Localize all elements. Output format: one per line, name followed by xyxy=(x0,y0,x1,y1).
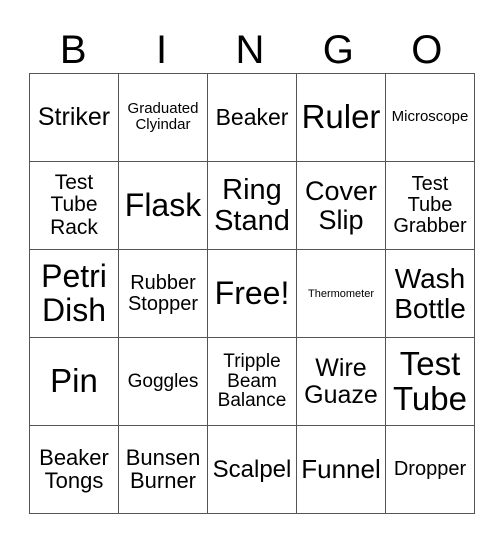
bingo-cell-n5[interactable]: Scalpel xyxy=(207,425,297,514)
bingo-cell-label: Test Tube xyxy=(393,344,467,417)
header-letter-i: I xyxy=(156,28,168,72)
bingo-cell-b1[interactable]: Striker xyxy=(29,73,119,162)
bingo-cell-o5[interactable]: Dropper xyxy=(385,425,475,514)
bingo-cell-i2[interactable]: Flask xyxy=(118,161,208,250)
board-row-4: Pin Goggles Tripple Beam Balance Wire Guaze… xyxy=(29,337,475,426)
bingo-cell-label: Beaker xyxy=(215,104,289,131)
bingo-cell-label: Beaker Tongs xyxy=(39,445,109,494)
header-letter-g: G xyxy=(322,28,354,72)
board-row-5: Beaker Tongs Bunsen Burner Scalpel Funnel Dr… xyxy=(29,425,475,514)
bingo-cell-i4[interactable]: Goggles xyxy=(118,337,208,426)
header-letter-o: O xyxy=(411,28,443,72)
bingo-cell-g1[interactable]: Ruler xyxy=(296,73,386,162)
bingo-cell-label: Tripple Beam Balance xyxy=(217,350,287,412)
board-row-3: Petri Dish Rubber Stopper Free! Thermometer… xyxy=(29,249,475,338)
bingo-cell-label: Striker xyxy=(37,103,111,132)
bingo-cell-b2[interactable]: Test Tube Rack xyxy=(29,161,119,250)
bingo-cell-label: Test Tube Grabber xyxy=(393,173,467,237)
bingo-cell-label: Petri Dish xyxy=(41,257,107,328)
bingo-cell-g5[interactable]: Funnel xyxy=(296,425,386,514)
header-letter-n: N xyxy=(235,28,265,72)
bingo-cell-n3[interactable]: Free! xyxy=(207,249,297,338)
bingo-cell-label: Microscope xyxy=(391,108,469,126)
bingo-cell-b4[interactable]: Pin xyxy=(29,337,119,426)
bingo-cell-o1[interactable]: Microscope xyxy=(385,73,475,162)
bingo-cell-label: Rubber Stopper xyxy=(127,271,199,315)
bingo-cell-g4[interactable]: Wire Guaze xyxy=(296,337,386,426)
bingo-cell-label: Scalpel xyxy=(212,455,292,483)
bingo-cell-label: Cover Slip xyxy=(304,176,378,235)
bingo-cell-label: Pin xyxy=(50,362,98,400)
bingo-cell-i5[interactable]: Bunsen Burner xyxy=(118,425,208,514)
bingo-cell-n2[interactable]: Ring Stand xyxy=(207,161,297,250)
bingo-cell-label: Wire Guaze xyxy=(304,354,378,409)
board-row-1: Striker Graduated Clyindar Beaker Ruler Micr… xyxy=(29,73,475,162)
bingo-cell-o2[interactable]: Test Tube Grabber xyxy=(385,161,475,250)
bingo-cell-label: Wash Bottle xyxy=(394,263,466,324)
bingo-cell-g2[interactable]: Cover Slip xyxy=(296,161,386,250)
bingo-header: B I N G O xyxy=(29,28,471,73)
header-letter-b: B xyxy=(59,28,87,72)
bingo-cell-i1[interactable]: Graduated Clyindar xyxy=(118,73,208,162)
bingo-cell-label: Thermometer xyxy=(307,288,375,301)
bingo-cell-label: Flask xyxy=(124,186,202,223)
bingo-cell-n1[interactable]: Beaker xyxy=(207,73,297,162)
bingo-cell-label: Ruler xyxy=(301,98,381,136)
bingo-cell-label: Free! xyxy=(214,274,290,311)
bingo-cell-label: Ring Stand xyxy=(214,174,290,237)
bingo-cell-b3[interactable]: Petri Dish xyxy=(29,249,119,338)
bingo-cell-label: Goggles xyxy=(127,370,199,392)
bingo-board: Striker Graduated Clyindar Beaker Ruler Micr… xyxy=(29,73,475,514)
bingo-cell-label: Bunsen Burner xyxy=(125,445,201,494)
bingo-cell-label: Test Tube Rack xyxy=(50,171,98,239)
bingo-cell-label: Dropper xyxy=(393,458,467,480)
bingo-cell-label: Funnel xyxy=(301,453,381,484)
bingo-cell-n4[interactable]: Tripple Beam Balance xyxy=(207,337,297,426)
bingo-cell-o4[interactable]: Test Tube xyxy=(385,337,475,426)
bingo-cell-g3[interactable]: Thermometer xyxy=(296,249,386,338)
board-row-2: Test Tube Rack Flask Ring Stand Cover Slip T… xyxy=(29,161,475,250)
bingo-cell-o3[interactable]: Wash Bottle xyxy=(385,249,475,338)
bingo-cell-label: Graduated Clyindar xyxy=(127,100,199,133)
bingo-cell-b5[interactable]: Beaker Tongs xyxy=(29,425,119,514)
bingo-cell-i3[interactable]: Rubber Stopper xyxy=(118,249,208,338)
